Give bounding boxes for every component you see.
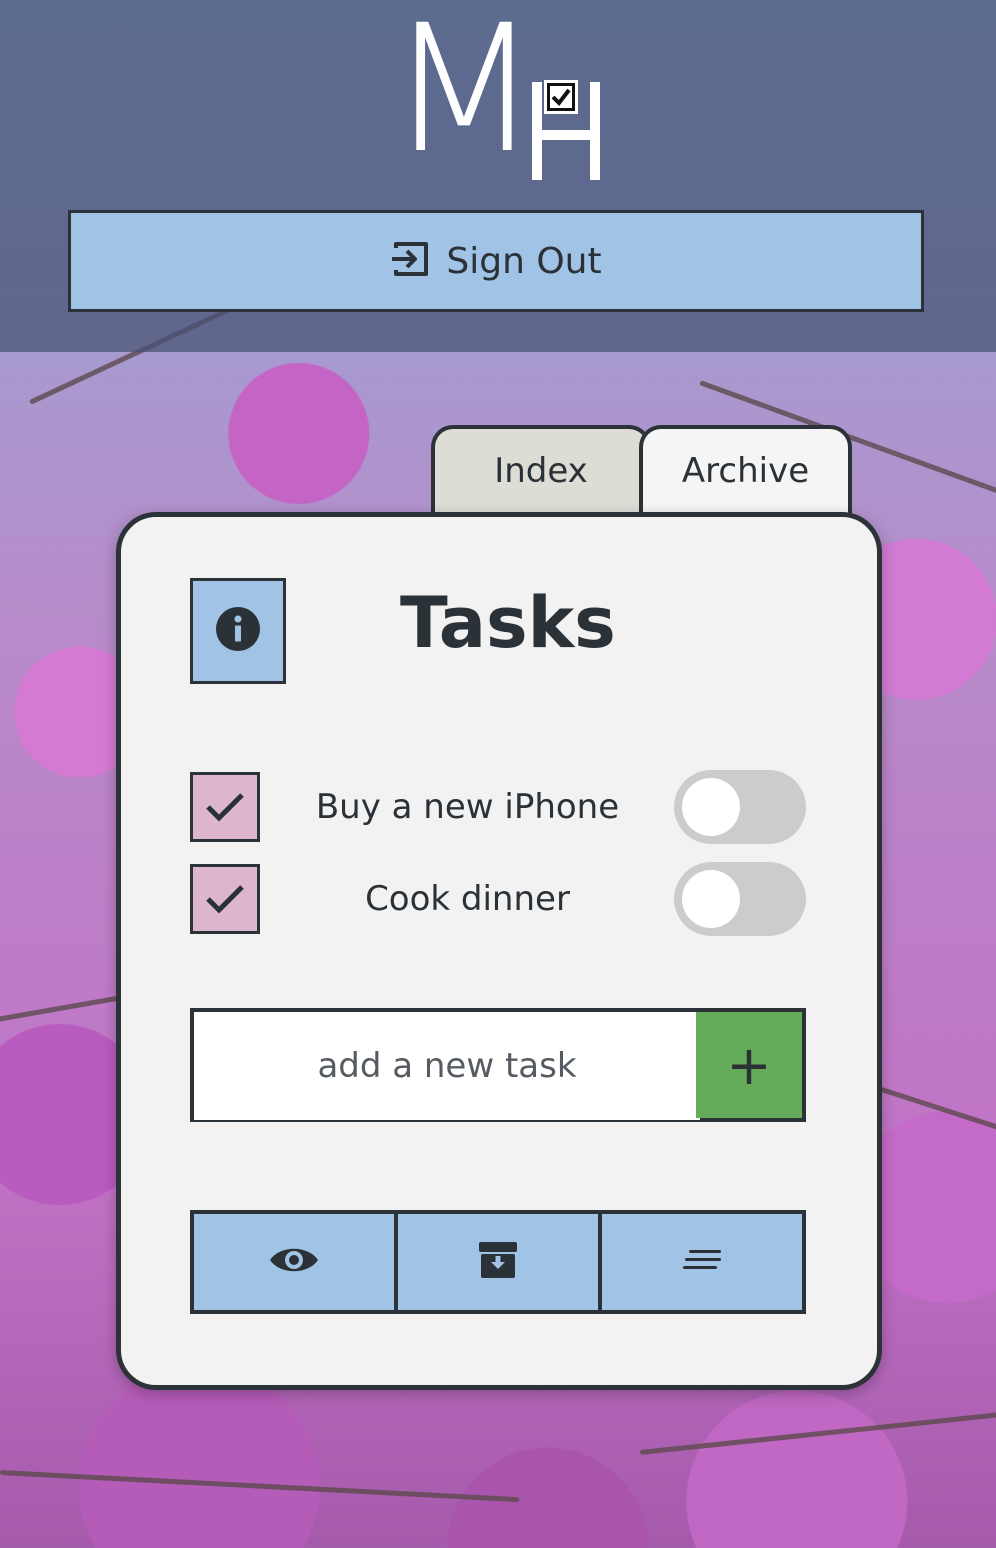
background-branch: [639, 1410, 996, 1455]
task-item: Cook dinner: [190, 862, 806, 936]
add-task-form: +: [190, 1008, 806, 1122]
task-checkbox[interactable]: [190, 772, 260, 842]
info-button[interactable]: [190, 578, 286, 684]
tab-archive[interactable]: Archive: [639, 425, 852, 517]
task-text: Cook dinner: [365, 879, 570, 919]
logo-h-bar: [532, 130, 600, 140]
task-toggle[interactable]: [674, 770, 806, 844]
tab-archive-label: Archive: [681, 451, 810, 491]
app-logo: M: [388, 2, 608, 185]
header: M Sign Out: [0, 0, 996, 352]
check-icon: [206, 885, 244, 914]
task-toolbar: [190, 1210, 806, 1314]
eye-icon: [268, 1243, 320, 1281]
tab-index-label: Index: [494, 451, 588, 491]
task-item: Buy a new iPhone: [190, 770, 806, 844]
info-icon: [215, 606, 261, 656]
check-icon: [206, 793, 244, 822]
sign-out-label: Sign Out: [446, 240, 602, 282]
archive-button[interactable]: [394, 1214, 598, 1310]
task-toggle[interactable]: [674, 862, 806, 936]
logo-m: M: [388, 0, 540, 192]
sign-out-icon: [390, 238, 432, 284]
add-task-button[interactable]: +: [696, 1012, 802, 1118]
toggle-knob: [682, 778, 740, 836]
sort-button[interactable]: [598, 1214, 802, 1310]
background-branch: [0, 1470, 520, 1503]
task-text: Buy a new iPhone: [315, 787, 620, 827]
sign-out-button[interactable]: Sign Out: [68, 210, 924, 312]
page-title: Tasks: [400, 582, 616, 664]
view-button[interactable]: [194, 1214, 394, 1310]
archive-box-icon: [478, 1240, 518, 1284]
task-checkbox[interactable]: [190, 864, 260, 934]
new-task-input[interactable]: [194, 1012, 700, 1120]
logo-check-icon: [544, 80, 578, 114]
sort-lines-icon: [681, 1248, 723, 1276]
tab-index[interactable]: Index: [431, 425, 651, 517]
toggle-knob: [682, 870, 740, 928]
